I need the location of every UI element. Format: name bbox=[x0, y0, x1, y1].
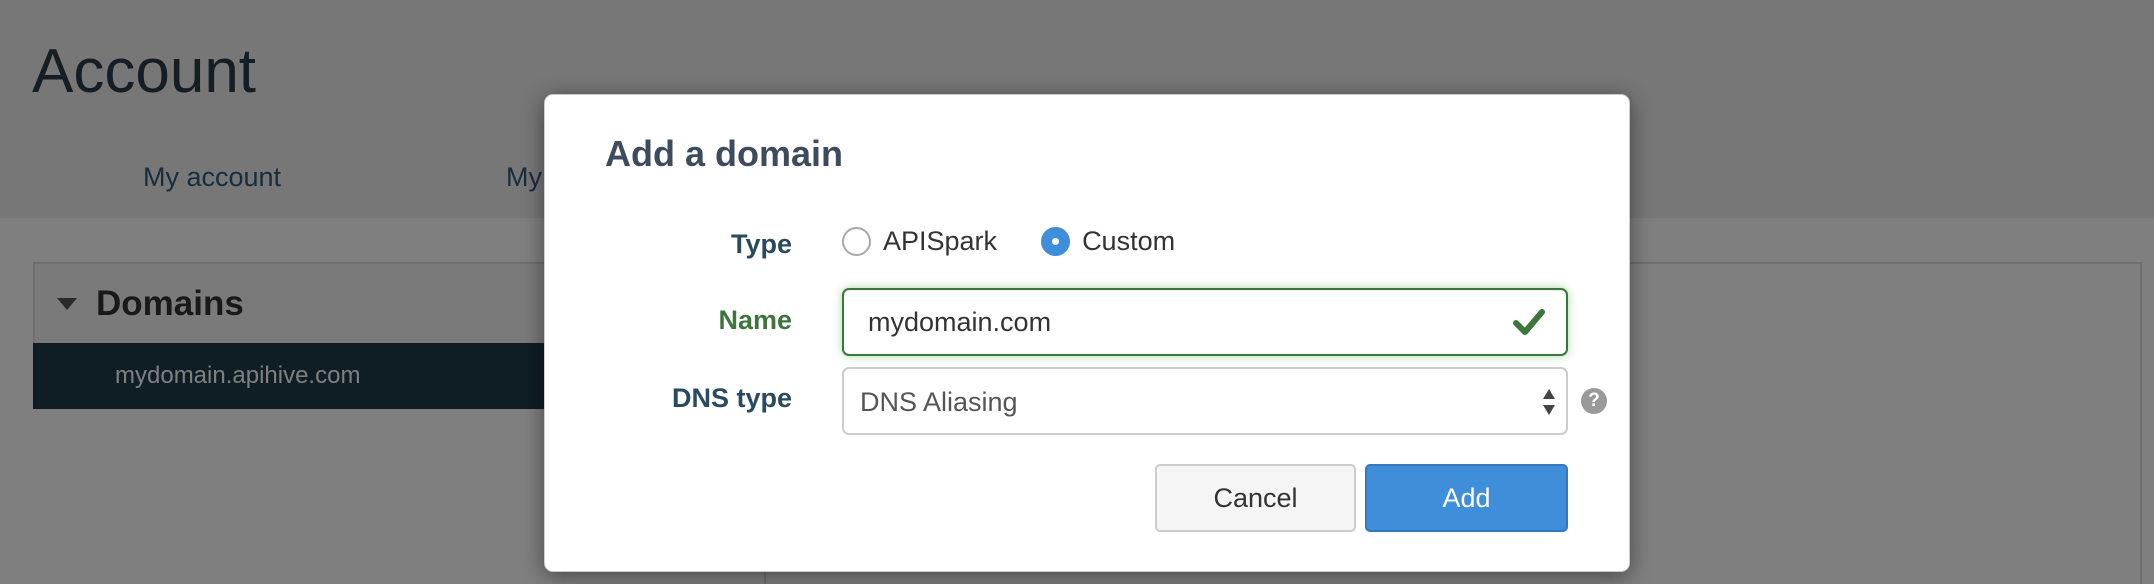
checkmark-icon bbox=[1513, 309, 1545, 335]
cancel-button[interactable]: Cancel bbox=[1155, 464, 1356, 532]
domain-name-input[interactable] bbox=[842, 288, 1568, 356]
question-circle-icon[interactable]: ? bbox=[1581, 388, 1607, 414]
radio-custom[interactable] bbox=[1041, 227, 1071, 256]
dns-type-label: DNS type bbox=[671, 383, 792, 413]
dns-type-select[interactable]: DNS Aliasing bbox=[842, 367, 1568, 435]
radio-apispark-label[interactable]: APISpark bbox=[883, 226, 997, 257]
up-down-arrows-icon bbox=[1543, 389, 1555, 415]
type-label: Type bbox=[730, 229, 792, 259]
add-button[interactable]: Add bbox=[1365, 464, 1568, 532]
dialog-title: Add a domain bbox=[605, 133, 844, 174]
add-domain-dialog: Add a domain Type APISpark Custom Name D… bbox=[544, 94, 1630, 572]
name-label: Name bbox=[718, 305, 792, 335]
dns-type-value: DNS Aliasing bbox=[860, 387, 1018, 417]
radio-apispark[interactable] bbox=[842, 227, 871, 256]
type-radio-group: APISpark Custom bbox=[842, 226, 1175, 257]
radio-custom-label[interactable]: Custom bbox=[1082, 226, 1175, 257]
